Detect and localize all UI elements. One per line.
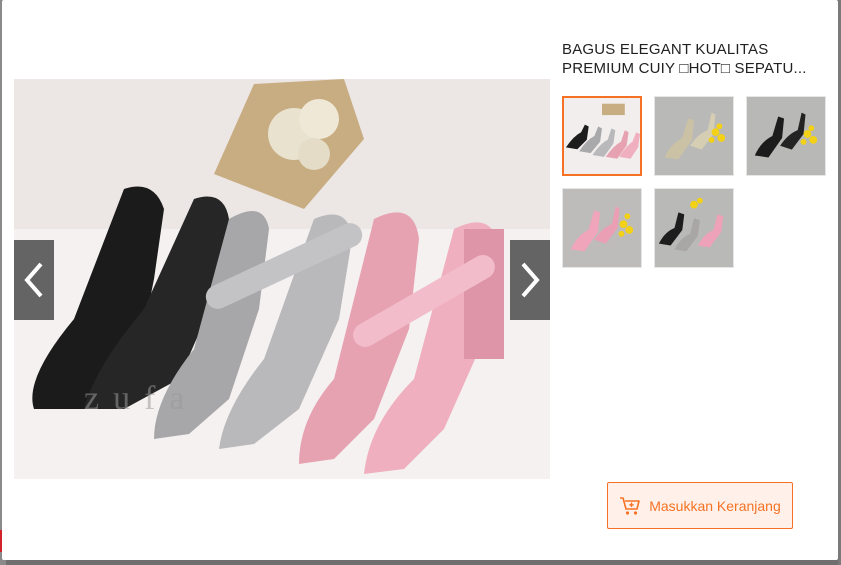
chevron-right-icon [521,262,540,298]
thumbnail-4-image [563,189,641,267]
thumbnail-2[interactable] [654,96,734,176]
main-product-image: zufa [14,79,550,479]
image-watermark: zufa [84,380,199,417]
shoes-photo: zufa [14,79,550,479]
thumbnail-4[interactable] [562,188,642,268]
product-title-line-2: PREMIUM CUIY □HOT□ SEPATU... [562,60,807,77]
thumbnail-3[interactable] [746,96,826,176]
add-to-cart-label: Masukkan Keranjang [649,497,781,514]
cart-plus-icon [620,496,641,515]
product-quickview-modal: zufa BAGUS ELEGANT KUALITAS PREMIUM CUIY… [2,0,838,560]
product-title: BAGUS ELEGANT KUALITAS PREMIUM CUIY □HOT… [562,40,824,78]
thumbnail-5-image [655,189,733,267]
previous-image-button[interactable] [14,240,54,320]
product-title-line-1: BAGUS ELEGANT KUALITAS [562,41,769,58]
thumbnail-1-image [564,98,640,174]
thumbnail-1[interactable] [562,96,642,176]
chevron-left-icon [24,262,43,298]
thumbnail-5[interactable] [654,188,734,268]
thumbnail-2-image [655,97,733,175]
add-to-cart-button[interactable]: Masukkan Keranjang [607,482,793,529]
thumbnail-3-image [747,97,825,175]
next-image-button[interactable] [510,240,550,320]
